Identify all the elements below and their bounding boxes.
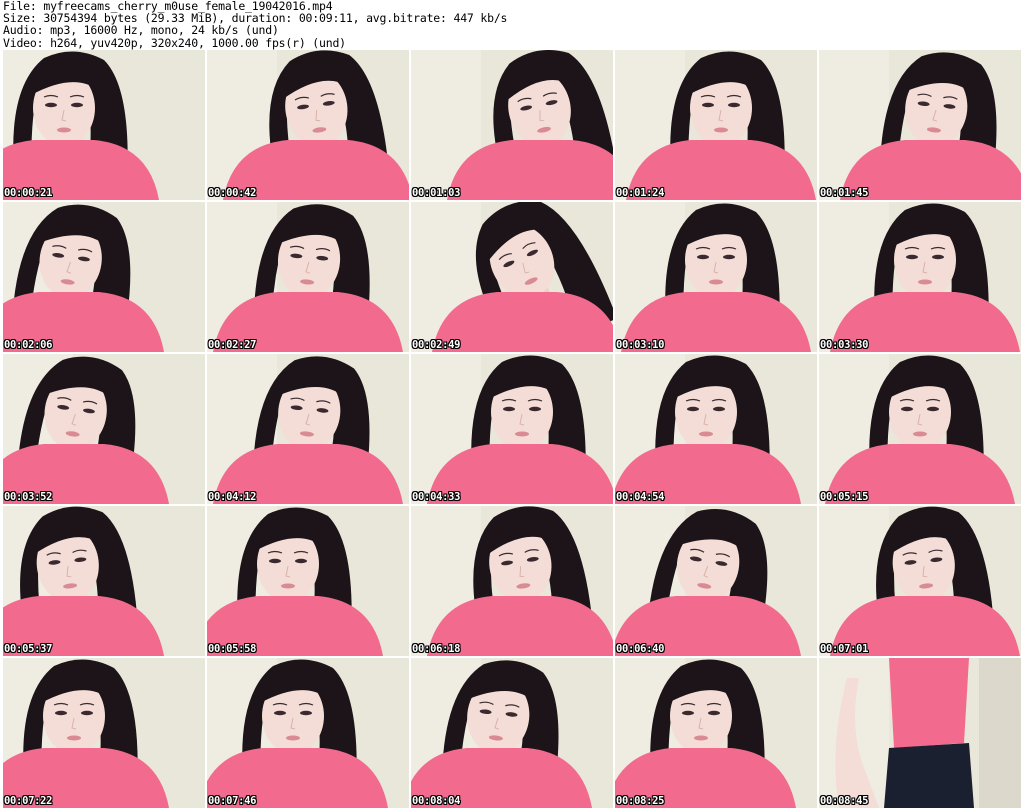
video-frame-thumbnail: 00:07:22 xyxy=(3,658,205,808)
frame-timestamp: 00:00:42 xyxy=(208,187,257,199)
video-frame-thumbnail: 00:04:12 xyxy=(207,354,409,504)
video-frame-thumbnail: 00:01:24 xyxy=(615,50,817,200)
video-frame-thumbnail: 00:01:45 xyxy=(819,50,1021,200)
frame-image xyxy=(3,658,205,808)
video-frame-thumbnail: 00:02:06 xyxy=(3,202,205,352)
frame-timestamp: 00:04:12 xyxy=(208,491,257,503)
video-frame-thumbnail: 00:04:33 xyxy=(411,354,613,504)
video-frame-thumbnail: 00:03:52 xyxy=(3,354,205,504)
frame-timestamp: 00:03:10 xyxy=(616,339,665,351)
frame-image xyxy=(207,658,409,808)
video-frame-thumbnail: 00:05:15 xyxy=(819,354,1021,504)
video-frame-thumbnail: 00:08:45 xyxy=(819,658,1021,808)
frame-timestamp: 00:01:24 xyxy=(616,187,665,199)
frame-image xyxy=(411,506,613,656)
frame-timestamp: 00:04:54 xyxy=(616,491,665,503)
thumbnail-grid: 00:00:21 00:00:42 00:01:03 00:01:24 00:0… xyxy=(3,50,1021,810)
video-frame-thumbnail: 00:08:25 xyxy=(615,658,817,808)
audio-info-line: Audio: mp3, 16000 Hz, mono, 24 kb/s (und… xyxy=(3,23,279,38)
frame-image xyxy=(411,658,613,808)
frame-timestamp: 00:07:01 xyxy=(820,643,869,655)
frame-image xyxy=(819,354,1021,504)
frame-timestamp: 00:03:30 xyxy=(820,339,869,351)
video-frame-thumbnail: 00:08:04 xyxy=(411,658,613,808)
frame-image xyxy=(819,658,1021,808)
frame-image xyxy=(411,354,613,504)
frame-timestamp: 00:03:52 xyxy=(4,491,53,503)
frame-image xyxy=(3,354,205,504)
frame-image xyxy=(207,506,409,656)
frame-timestamp: 00:08:04 xyxy=(412,795,461,807)
video-frame-thumbnail: 00:06:40 xyxy=(615,506,817,656)
video-frame-thumbnail: 00:02:27 xyxy=(207,202,409,352)
frame-image xyxy=(3,50,205,200)
video-frame-thumbnail: 00:00:42 xyxy=(207,50,409,200)
frame-timestamp: 00:06:40 xyxy=(616,643,665,655)
video-frame-thumbnail: 00:05:37 xyxy=(3,506,205,656)
frame-image xyxy=(207,202,409,352)
frame-timestamp: 00:08:25 xyxy=(616,795,665,807)
video-frame-thumbnail: 00:03:10 xyxy=(615,202,817,352)
frame-image xyxy=(615,354,817,504)
video-frame-thumbnail: 00:07:46 xyxy=(207,658,409,808)
video-frame-thumbnail: 00:00:21 xyxy=(3,50,205,200)
frame-image xyxy=(207,354,409,504)
frame-image xyxy=(615,658,817,808)
video-frame-thumbnail: 00:03:30 xyxy=(819,202,1021,352)
video-frame-thumbnail: 00:04:54 xyxy=(615,354,817,504)
frame-timestamp: 00:05:58 xyxy=(208,643,257,655)
frame-image xyxy=(207,50,409,200)
video-frame-thumbnail: 00:06:18 xyxy=(411,506,613,656)
frame-image xyxy=(3,202,205,352)
frame-image xyxy=(819,50,1021,200)
frame-image xyxy=(411,202,613,352)
video-frame-thumbnail: 00:07:01 xyxy=(819,506,1021,656)
frame-timestamp: 00:06:18 xyxy=(412,643,461,655)
frame-timestamp: 00:00:21 xyxy=(4,187,53,199)
frame-image xyxy=(411,50,613,200)
frame-timestamp: 00:08:45 xyxy=(820,795,869,807)
frame-timestamp: 00:02:49 xyxy=(412,339,461,351)
video-frame-thumbnail: 00:02:49 xyxy=(411,202,613,352)
frame-timestamp: 00:07:22 xyxy=(4,795,53,807)
frame-image xyxy=(615,506,817,656)
frame-timestamp: 00:05:15 xyxy=(820,491,869,503)
frame-timestamp: 00:02:27 xyxy=(208,339,257,351)
file-info-header: File: myfreecams_cherry_m0use_female_190… xyxy=(3,0,1021,50)
frame-image xyxy=(615,202,817,352)
video-frame-thumbnail: 00:01:03 xyxy=(411,50,613,200)
frame-image xyxy=(819,506,1021,656)
frame-timestamp: 00:01:45 xyxy=(820,187,869,199)
frame-timestamp: 00:02:06 xyxy=(4,339,53,351)
frame-timestamp: 00:04:33 xyxy=(412,491,461,503)
video-info-line: Video: h264, yuv420p, 320x240, 1000.00 f… xyxy=(3,35,346,50)
frame-timestamp: 00:05:37 xyxy=(4,643,53,655)
video-frame-thumbnail: 00:05:58 xyxy=(207,506,409,656)
frame-timestamp: 00:01:03 xyxy=(412,187,461,199)
frame-image xyxy=(615,50,817,200)
frame-timestamp: 00:07:46 xyxy=(208,795,257,807)
frame-image xyxy=(3,506,205,656)
frame-image xyxy=(819,202,1021,352)
